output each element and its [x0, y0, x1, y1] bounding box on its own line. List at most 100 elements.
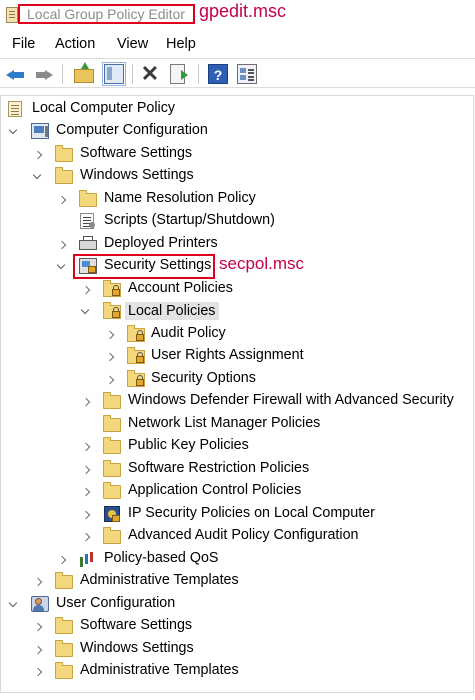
tree-node-windows-defender-firewall[interactable]: Windows Defender Firewall with Advanced …	[0, 391, 475, 413]
tree-node-windows-settings[interactable]: Windows Settings	[0, 166, 475, 188]
tree-node-administrative-templates[interactable]: Administrative Templates	[0, 571, 475, 593]
toolbar: ✕ ?	[0, 58, 475, 88]
chevron-right-icon[interactable]	[34, 150, 42, 160]
tree-node-label: Windows Defender Firewall with Advanced …	[128, 392, 454, 408]
tree-node-label: Windows Settings	[80, 167, 194, 183]
tree-node-name-resolution-policy[interactable]: Name Resolution Policy	[0, 189, 475, 211]
menu-bar: File Action View Help	[0, 33, 475, 55]
export-list-icon[interactable]	[170, 64, 188, 84]
chevron-down-icon[interactable]	[10, 127, 18, 137]
chevron-right-icon[interactable]	[34, 645, 42, 655]
tree-node-label: Name Resolution Policy	[104, 190, 256, 206]
folder-icon	[55, 572, 73, 589]
tree-node-scripts[interactable]: Scripts (Startup/Shutdown)	[0, 211, 475, 233]
tree-node-label: Scripts (Startup/Shutdown)	[104, 212, 275, 228]
tree-node-label: Audit Policy	[151, 325, 226, 341]
tree-node-application-control-policies[interactable]: Application Control Policies	[0, 481, 475, 503]
qos-chart-icon	[79, 551, 97, 567]
up-one-level-icon[interactable]	[74, 62, 94, 83]
locked-folder-icon	[103, 302, 121, 319]
chevron-right-icon[interactable]	[82, 487, 90, 497]
tree-node-user-administrative-templates[interactable]: Administrative Templates	[0, 661, 475, 683]
tree-node-label: Advanced Audit Policy Configuration	[128, 527, 359, 543]
tree-node-advanced-audit-policy[interactable]: Advanced Audit Policy Configuration	[0, 526, 475, 548]
window-title: Local Group Policy Editor	[27, 6, 185, 22]
locked-folder-icon	[127, 347, 145, 364]
chevron-right-icon[interactable]	[34, 622, 42, 632]
tree-node-label: Deployed Printers	[104, 235, 218, 251]
chevron-right-icon[interactable]	[106, 375, 114, 385]
tree-node-label: Software Settings	[80, 145, 193, 161]
chevron-right-icon[interactable]	[82, 397, 90, 407]
show-hide-tree-icon[interactable]	[102, 62, 126, 86]
tree-node-software-settings[interactable]: Software Settings	[0, 144, 475, 166]
tree-node-user-configuration[interactable]: User Configuration	[0, 594, 475, 616]
tree-node-computer-configuration[interactable]: Computer Configuration	[0, 121, 475, 143]
tree-node-label: IP Security Policies on Local Computer	[128, 505, 375, 521]
chevron-right-icon[interactable]	[58, 555, 66, 565]
chevron-down-icon[interactable]	[58, 262, 66, 272]
tree-node-label: Public Key Policies	[128, 437, 249, 453]
tree-node-software-restriction-policies[interactable]: Software Restriction Policies	[0, 459, 475, 481]
document-icon	[8, 101, 22, 117]
tree-node-ip-security-policies[interactable]: IP Security Policies on Local Computer	[0, 504, 475, 526]
menu-action[interactable]: Action	[55, 36, 95, 52]
chevron-right-icon[interactable]	[82, 510, 90, 520]
chevron-down-icon[interactable]	[10, 600, 18, 610]
tree-node-label-selected: Local Policies	[125, 302, 220, 320]
toolbar-separator	[132, 64, 133, 84]
tree-node-user-software-settings[interactable]: Software Settings	[0, 616, 475, 638]
chevron-right-icon[interactable]	[82, 285, 90, 295]
tree-node-audit-policy[interactable]: Audit Policy	[0, 324, 475, 346]
printer-icon	[79, 236, 97, 250]
chevron-right-icon[interactable]	[82, 465, 90, 475]
ip-security-icon	[104, 506, 120, 522]
chevron-right-icon[interactable]	[106, 352, 114, 362]
tree-node-label: Policy-based QoS	[104, 550, 219, 566]
tree-node-security-options[interactable]: Security Options	[0, 369, 475, 391]
tree-node-deployed-printers[interactable]: Deployed Printers	[0, 234, 475, 256]
help-icon[interactable]: ?	[208, 64, 228, 84]
tree-node-label: Software Settings	[80, 617, 193, 633]
chevron-down-icon[interactable]	[82, 307, 90, 317]
title-bar: Local Group Policy Editor gpedit.msc	[0, 0, 475, 30]
menu-file[interactable]: File	[12, 36, 35, 52]
tree-node-user-windows-settings[interactable]: Windows Settings	[0, 639, 475, 661]
chevron-right-icon[interactable]	[82, 532, 90, 542]
tree-node-label: Computer Configuration	[56, 122, 208, 138]
chevron-right-icon[interactable]	[106, 330, 114, 340]
folder-icon	[79, 190, 97, 207]
chevron-right-icon[interactable]	[82, 442, 90, 452]
security-settings-highlight-box	[73, 254, 215, 279]
tree-node-label: Network List Manager Policies	[128, 415, 321, 431]
security-settings-annotation: secpol.msc	[219, 254, 305, 273]
locked-folder-icon	[103, 280, 121, 297]
menu-view[interactable]: View	[117, 36, 148, 52]
tree-node-policy-based-qos[interactable]: Policy-based QoS	[0, 549, 475, 571]
tree-node-user-rights-assignment[interactable]: User Rights Assignment	[0, 346, 475, 368]
chevron-right-icon[interactable]	[34, 577, 42, 587]
properties-icon[interactable]	[237, 64, 257, 84]
computer-icon	[31, 123, 49, 139]
tree-node-label: Application Control Policies	[128, 482, 302, 498]
tree-node-label: Administrative Templates	[80, 662, 239, 678]
tree-node-account-policies[interactable]: Account Policies	[0, 279, 475, 301]
tree-node-network-list-manager-policies[interactable]: Network List Manager Policies	[0, 414, 475, 436]
back-icon[interactable]	[6, 64, 26, 84]
delete-icon[interactable]: ✕	[140, 63, 160, 85]
chevron-right-icon[interactable]	[58, 240, 66, 250]
tree-node-label: User Rights Assignment	[151, 347, 304, 363]
title-annotation: gpedit.msc	[199, 1, 287, 21]
folder-icon	[55, 617, 73, 634]
chevron-right-icon[interactable]	[58, 195, 66, 205]
tree-node-local-policies[interactable]: Local Policies	[0, 301, 475, 323]
menu-help[interactable]: Help	[166, 36, 196, 52]
tree-node-local-computer-policy[interactable]: Local Computer Policy	[0, 99, 475, 121]
script-icon	[80, 213, 95, 229]
chevron-right-icon[interactable]	[34, 667, 42, 677]
chevron-down-icon[interactable]	[34, 172, 42, 182]
toolbar-separator	[198, 64, 199, 84]
locked-folder-icon	[127, 370, 145, 387]
forward-icon[interactable]	[34, 64, 54, 84]
tree-node-public-key-policies[interactable]: Public Key Policies	[0, 436, 475, 458]
